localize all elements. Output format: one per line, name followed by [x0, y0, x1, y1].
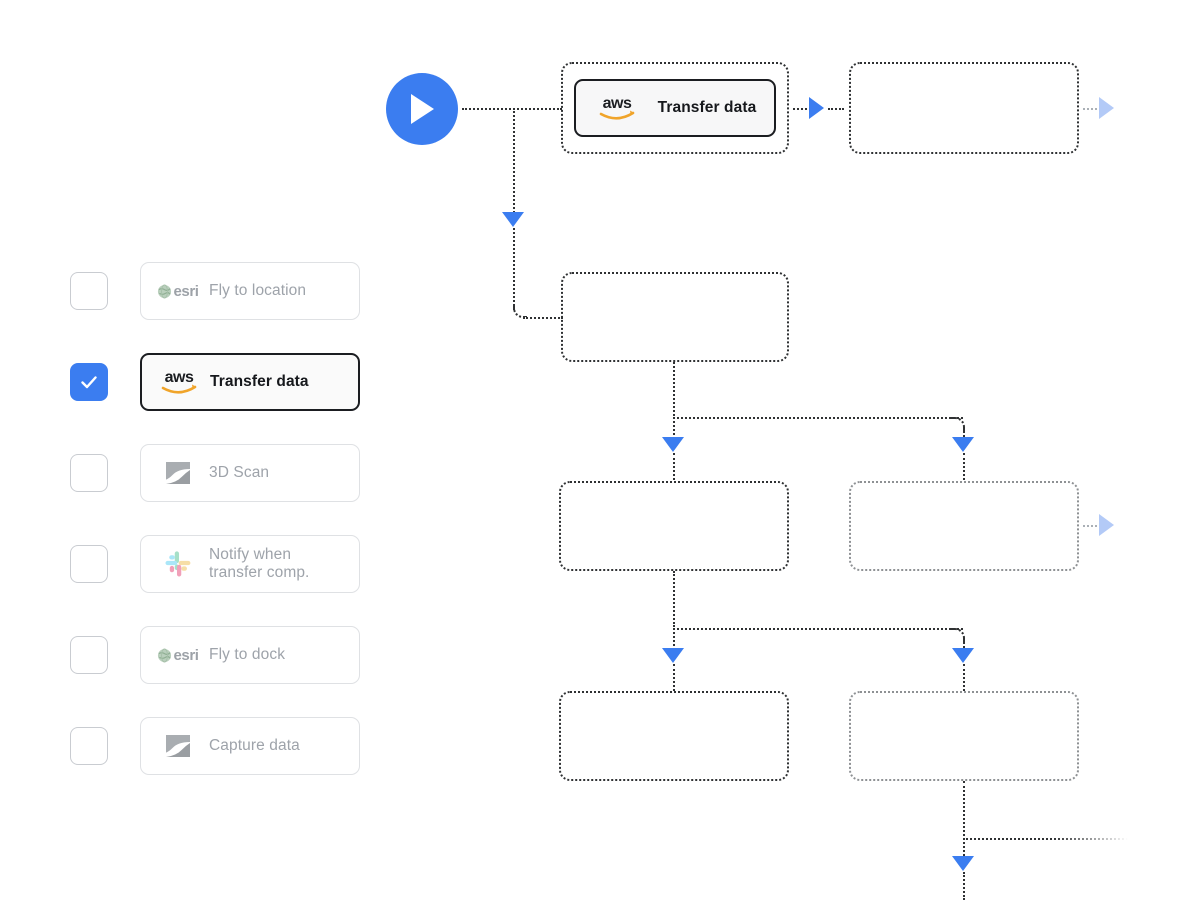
edge-split-horizontal-2 [673, 628, 963, 630]
svg-text:aws: aws [602, 95, 631, 112]
action-row: esri Fly to dock [70, 626, 360, 684]
edge-into-node5 [963, 453, 965, 480]
flow-node-transfer-data[interactable]: aws Transfer data [561, 62, 789, 154]
arrow-right-to-node2 [809, 97, 824, 119]
flow-node-empty-6[interactable] [849, 691, 1079, 781]
action-row: 3D Scan [70, 444, 360, 502]
arrow-down-to-node3 [502, 212, 524, 227]
action-row: Capture data [70, 717, 360, 775]
arrow-right-node2-out [1099, 97, 1114, 119]
action-checkbox-fly-to-location[interactable] [70, 272, 108, 310]
edge-tail-horizontal [963, 838, 1128, 840]
edge-into-node4 [673, 453, 675, 480]
edge-start-to-node1 [462, 108, 562, 110]
edge-into-node3 [523, 317, 563, 319]
edge-node1-to-node2 [793, 108, 807, 110]
edge-stub-node2-in [828, 108, 844, 110]
esri-globe-icon: esri [155, 274, 201, 308]
aws-logo-icon: aws [594, 91, 640, 125]
edge-node3-down [673, 362, 675, 416]
flow-node-label: Transfer data [657, 99, 757, 117]
aws-logo-icon: aws [156, 365, 202, 399]
edge-into-node6 [673, 664, 675, 691]
check-icon [81, 376, 97, 389]
edge-start-branch-vertical [513, 108, 515, 216]
action-row: esri Fly to location [70, 262, 360, 320]
esri-wordmark: esri [173, 646, 199, 664]
arrow-right-node5-out [1099, 514, 1114, 536]
arrow-down-to-node7 [952, 648, 974, 663]
edge-node7-down [963, 781, 965, 856]
action-chip-notify-transfer-complete[interactable]: Notify when transfer comp. [140, 535, 360, 593]
esri-wordmark: esri [173, 282, 199, 300]
action-label: 3D Scan [209, 464, 270, 482]
action-row: Notify when transfer comp. [70, 535, 360, 593]
action-label: Fly to dock [209, 646, 286, 664]
action-label: Fly to location [209, 282, 307, 300]
arrow-down-to-node4 [662, 437, 684, 452]
edge-split-horizontal-1 [673, 417, 963, 419]
scanner-logo-icon [155, 729, 201, 763]
workflow-action-list: esri Fly to location aws Transfer data 3… [70, 262, 360, 775]
play-icon [411, 94, 434, 124]
scanner-logo-icon [155, 456, 201, 490]
edge-tail-continue [963, 872, 965, 900]
flow-node-empty-4[interactable] [849, 481, 1079, 571]
action-checkbox-fly-to-dock[interactable] [70, 636, 108, 674]
arrow-down-tail [952, 856, 974, 871]
action-chip-fly-to-location[interactable]: esri Fly to location [140, 262, 360, 320]
flow-node-card[interactable]: aws Transfer data [574, 79, 776, 137]
action-label: Transfer data [210, 373, 309, 391]
action-checkbox-transfer-data[interactable] [70, 363, 108, 401]
edge-node5-out [1083, 525, 1097, 527]
arrow-down-to-node6 [662, 648, 684, 663]
edge-split-left-1 [673, 417, 675, 439]
esri-globe-icon: esri [155, 638, 201, 672]
slack-logo-icon [155, 547, 201, 581]
edge-corner [513, 304, 527, 318]
action-label: Capture data [209, 737, 300, 755]
arrow-down-to-node5 [952, 437, 974, 452]
edge-into-node7 [963, 664, 965, 691]
flow-node-empty-3[interactable] [559, 481, 789, 571]
edge-node4-down [673, 571, 675, 627]
edge-split-left-2 [673, 628, 675, 650]
action-chip-3d-scan[interactable]: 3D Scan [140, 444, 360, 502]
flow-node-empty-2[interactable] [561, 272, 789, 362]
action-row: aws Transfer data [70, 353, 360, 411]
flow-node-empty-1[interactable] [849, 62, 1079, 154]
action-checkbox-3d-scan[interactable] [70, 454, 108, 492]
action-label: Notify when transfer comp. [209, 546, 310, 581]
play-start-button[interactable] [386, 73, 458, 145]
action-checkbox-capture-data[interactable] [70, 727, 108, 765]
edge-node2-out [1083, 108, 1097, 110]
flow-node-empty-5[interactable] [559, 691, 789, 781]
action-checkbox-notify-transfer-complete[interactable] [70, 545, 108, 583]
edge-branch-vertical-lower [513, 228, 515, 310]
action-chip-fly-to-dock[interactable]: esri Fly to dock [140, 626, 360, 684]
action-chip-transfer-data[interactable]: aws Transfer data [140, 353, 360, 411]
action-chip-capture-data[interactable]: Capture data [140, 717, 360, 775]
svg-text:aws: aws [165, 369, 194, 386]
